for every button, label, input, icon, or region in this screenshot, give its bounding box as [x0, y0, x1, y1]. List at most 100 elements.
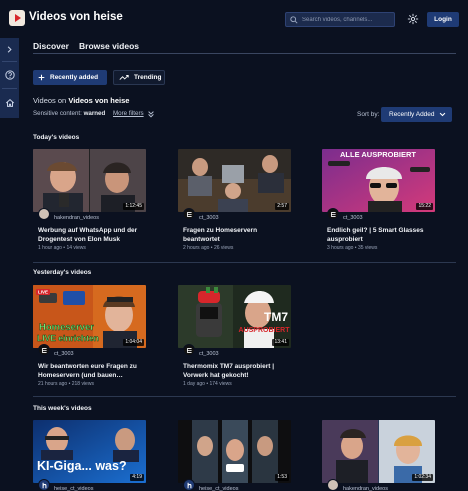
app-logo[interactable]: [9, 10, 25, 26]
channel-avatar[interactable]: [38, 479, 50, 491]
home-button[interactable]: [3, 96, 16, 109]
section-title: Yesterday's videos: [33, 269, 92, 276]
help-button[interactable]: [3, 68, 16, 81]
channel-avatar[interactable]: [183, 479, 195, 491]
video-title[interactable]: Fragen zu Homeservern beantwortet: [183, 226, 291, 244]
channel-name[interactable]: heise_ct_videos: [199, 486, 238, 491]
chevron-down-icon: [439, 112, 446, 117]
channel-avatar[interactable]: [38, 344, 50, 356]
thumbnail-caption: TM7: [264, 310, 288, 324]
channel-name[interactable]: ct_3003: [199, 215, 219, 221]
video-card[interactable]: 1:12:45 hakendran_videos Werbung auf Wha…: [33, 149, 148, 251]
gear-icon[interactable]: [407, 13, 419, 25]
trending-icon: [119, 74, 129, 80]
video-thumbnail[interactable]: KI-Giga... was? 4:19: [33, 420, 146, 483]
thumbnail-caption: ALLE AUSPROBIERT: [340, 150, 416, 159]
sensitive-content-setting: Sensitive content: warned: [33, 110, 105, 117]
channel-avatar[interactable]: [183, 344, 195, 356]
channel-name[interactable]: ct_3003: [54, 351, 74, 357]
duration-badge: 15:22: [416, 203, 433, 210]
video-thumbnail[interactable]: 1:02:34: [322, 420, 435, 483]
ct-logo-icon: [330, 211, 336, 217]
video-thumbnail[interactable]: TM7 AUSPROBIERT 13:41: [178, 285, 291, 348]
channel-avatar[interactable]: [327, 208, 339, 220]
play-mark-icon: [15, 14, 21, 22]
thumbnail-caption: LIVE einrichten: [37, 333, 99, 343]
video-card[interactable]: 2:57 ct_3003 Fragen zu Homeservern beant…: [178, 149, 293, 251]
ct-logo-icon: [186, 347, 192, 353]
video-thumbnail[interactable]: LIVE Homeserver LIVE einrichten 1:04:04: [33, 285, 146, 348]
video-meta: 2 hours ago • 26 views: [183, 245, 234, 251]
duration-badge: 13:41: [272, 339, 289, 346]
channel-name[interactable]: hakendran_videos: [54, 215, 99, 221]
tabs-underline: [33, 53, 456, 54]
sort-select[interactable]: Recently Added: [381, 107, 452, 122]
channel-avatar[interactable]: [327, 479, 339, 491]
more-filters-link[interactable]: More filters: [113, 110, 144, 117]
trending-label: Trending: [134, 74, 162, 81]
trending-button[interactable]: Trending: [113, 70, 165, 85]
video-title[interactable]: Wir beantworten eure Fragen zu Homeserve…: [38, 362, 146, 380]
thumbnail-image: [178, 420, 291, 483]
video-card[interactable]: TM7 AUSPROBIERT 13:41 ct_3003 Thermomix …: [178, 285, 293, 387]
channel-avatar[interactable]: [183, 208, 195, 220]
app-title[interactable]: Videos von heise: [29, 11, 123, 23]
video-title[interactable]: Endlich geil? | 5 Smart Glasses ausprobi…: [327, 226, 435, 244]
double-chevron-down-icon[interactable]: [147, 110, 155, 118]
video-card[interactable]: 1:53 heise_ct_videos: [178, 420, 293, 491]
ct-logo-icon: [41, 347, 47, 353]
recently-added-button[interactable]: Recently added: [33, 70, 107, 85]
sensitive-value: warned: [83, 110, 106, 117]
search-icon: [290, 15, 298, 24]
video-thumbnail[interactable]: 2:57: [178, 149, 291, 212]
duration-badge: 1:53: [275, 474, 289, 481]
video-meta: 1 day ago • 174 views: [183, 381, 232, 387]
video-meta: 21 hours ago • 218 views: [38, 381, 94, 387]
section-divider: [33, 262, 456, 263]
left-sidebar: [0, 38, 19, 118]
video-card[interactable]: ALLE AUSPROBIERT 15:22 ct_3003 Endlich g…: [322, 149, 437, 251]
video-card[interactable]: KI-Giga... was? 4:19 heise_ct_videos: [33, 420, 148, 491]
channel-name[interactable]: hakendran_videos: [343, 486, 388, 491]
sidebar-divider: [2, 61, 17, 62]
top-bar: Videos von heise Login: [0, 0, 468, 38]
chevron-right-icon: [7, 46, 12, 53]
search-box[interactable]: [285, 12, 395, 27]
sort-label: Sort by:: [357, 111, 380, 118]
heise-logo-icon: [187, 482, 191, 488]
video-thumbnail[interactable]: 1:53: [178, 420, 291, 483]
heise-logo-icon: [42, 482, 46, 488]
video-card[interactable]: 1:02:34 hakendran_videos: [322, 420, 437, 491]
section-divider: [33, 396, 456, 397]
channel-avatar[interactable]: [38, 208, 50, 220]
login-button[interactable]: Login: [427, 12, 459, 27]
tab-discover[interactable]: Discover: [33, 41, 69, 51]
thumbnail-caption: Homeserver: [39, 322, 94, 333]
video-card[interactable]: LIVE Homeserver LIVE einrichten 1:04:04 …: [33, 285, 148, 387]
thumbnail-caption: AUSPROBIERT: [239, 327, 291, 334]
channel-name[interactable]: heise_ct_videos: [54, 486, 93, 491]
home-icon: [5, 98, 14, 107]
duration-badge: 1:02:34: [412, 474, 433, 481]
video-title[interactable]: Thermomix TM7 ausprobiert | Vorwerk hat …: [183, 362, 291, 380]
duration-badge: 2:57: [275, 203, 289, 210]
video-meta: 3 hours ago • 35 views: [327, 245, 378, 251]
video-thumbnail[interactable]: 1:12:45: [33, 149, 146, 212]
videos-on-channel[interactable]: Videos von heise: [68, 96, 129, 105]
sidebar-divider: [2, 88, 17, 89]
duration-badge: 1:12:45: [123, 203, 144, 210]
tab-browse-videos[interactable]: Browse videos: [79, 41, 139, 51]
channel-name[interactable]: ct_3003: [343, 215, 363, 221]
search-input[interactable]: [302, 16, 392, 23]
live-badge: LIVE: [38, 290, 48, 295]
expand-sidebar-button[interactable]: [3, 43, 16, 56]
videos-on-prefix: Videos on: [33, 96, 67, 105]
channel-name[interactable]: ct_3003: [199, 351, 219, 357]
video-title[interactable]: Werbung auf WhatsApp und der Drogentest …: [38, 226, 146, 244]
thumbnail-image: [178, 149, 291, 212]
section-title: This week's videos: [33, 405, 92, 412]
videos-on-heading: Videos on Videos von heise: [33, 96, 129, 105]
video-thumbnail[interactable]: ALLE AUSPROBIERT 15:22: [322, 149, 435, 212]
sensitive-label: Sensitive content:: [33, 110, 82, 117]
plus-icon: [38, 74, 45, 81]
